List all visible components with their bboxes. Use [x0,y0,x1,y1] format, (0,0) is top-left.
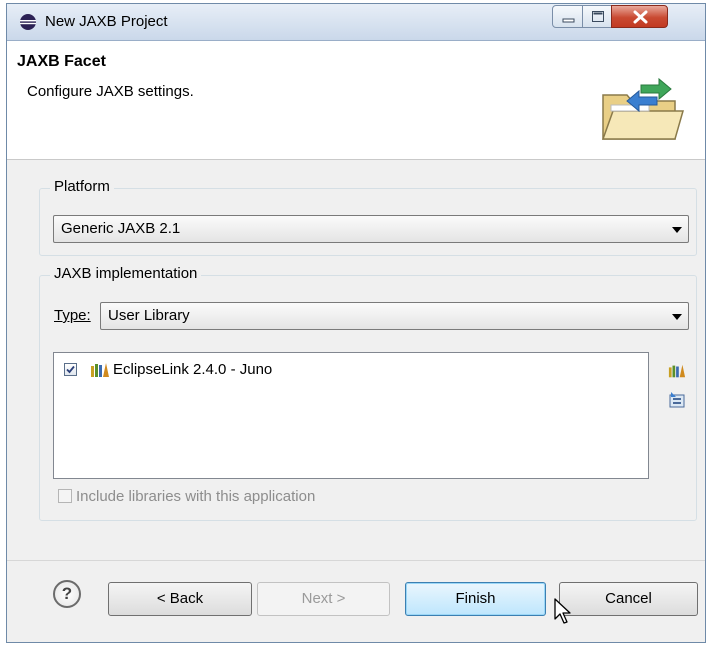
library-books-icon [91,363,109,377]
download-library-icon[interactable] [668,392,686,408]
page-description: Configure JAXB settings. [27,83,194,100]
eclipse-icon [20,14,36,30]
checkmark-icon [66,365,75,374]
type-select-value: User Library [108,307,190,324]
minimize-icon [562,18,575,23]
manage-libraries-icon[interactable] [668,363,686,379]
window-title: New JAXB Project [45,13,168,30]
back-button[interactable]: < Back [108,582,252,616]
platform-select-value: Generic JAXB 2.1 [61,220,181,237]
page-title: JAXB Facet [17,53,106,70]
type-label: Type: [54,307,91,324]
help-icon[interactable]: ? [53,580,81,608]
platform-group-label: Platform [50,178,114,195]
library-checkbox[interactable] [64,363,77,376]
type-select[interactable]: User Library [100,302,689,330]
folder-arrows-icon [601,77,684,140]
close-icon [633,10,648,24]
platform-select[interactable]: Generic JAXB 2.1 [53,215,689,243]
minimize-button[interactable] [552,5,583,28]
maximize-icon [592,11,604,22]
mouse-cursor-icon [554,598,571,624]
chevron-down-icon [672,314,682,320]
next-button[interactable]: Next > [257,582,390,616]
implementation-group-label: JAXB implementation [50,265,202,282]
library-list[interactable]: EclipseLink 2.4.0 - Juno [53,352,649,479]
include-libraries-checkbox[interactable] [58,489,72,503]
wizard-window: New JAXB Project JAXB Facet Configure JA… [6,3,706,643]
library-item-label: EclipseLink 2.4.0 - Juno [113,361,273,378]
chevron-down-icon [672,227,682,233]
include-libraries-label: Include libraries with this application [76,488,316,505]
button-bar-divider [7,560,705,561]
finish-button[interactable]: Finish [405,582,546,616]
maximize-button[interactable] [582,5,612,28]
cancel-button[interactable]: Cancel [559,582,698,616]
wizard-banner: JAXB Facet Configure JAXB settings. [7,41,705,160]
type-label-text: Type: [54,307,91,324]
title-bar: New JAXB Project [7,4,705,41]
close-button[interactable] [611,5,668,28]
